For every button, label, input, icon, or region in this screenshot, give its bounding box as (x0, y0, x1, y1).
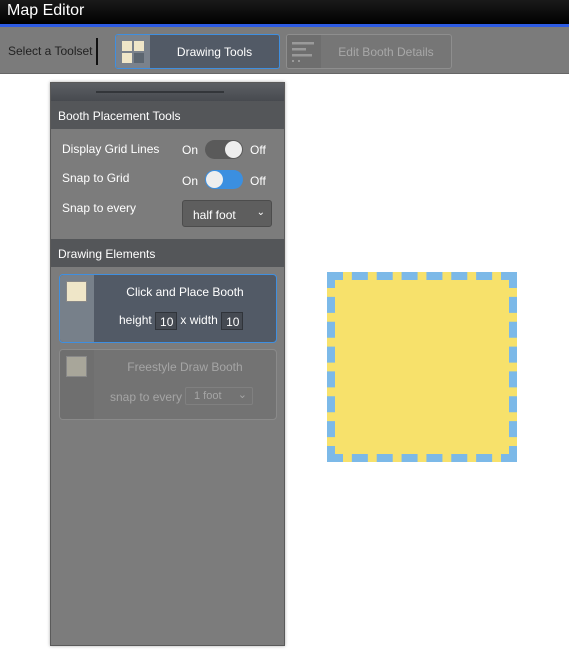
width-input[interactable]: 10 (221, 312, 244, 330)
click-place-booth-card[interactable]: Click and Place Booth height 10 x width … (59, 274, 277, 343)
grid-lines-toggle[interactable] (205, 140, 243, 159)
snap-every-value: half foot (193, 208, 236, 222)
chevron-down-icon: ⌄ (237, 389, 247, 401)
freestyle-snap-label: snap to every (110, 390, 183, 404)
title-bar: Map Editor (0, 0, 569, 24)
booth-swatch-icon (66, 281, 87, 302)
height-input[interactable]: 10 (155, 312, 178, 330)
snap-grid-label: Snap to Grid (62, 171, 130, 185)
click-place-title: Click and Place Booth (126, 285, 244, 299)
edit-booth-details-button[interactable]: Edit Booth Details (286, 34, 452, 69)
drawing-tools-panel: Booth Placement Tools Display Grid Lines… (50, 82, 285, 646)
booth-placement-header: Booth Placement Tools (51, 101, 284, 129)
freestyle-snap-select[interactable]: 1 foot ⌄ (185, 387, 253, 405)
drawing-tools-button[interactable]: Drawing Tools (115, 34, 280, 69)
toolset-label: Select a Toolset (8, 44, 93, 58)
edit-booth-details-label: Edit Booth Details (338, 44, 434, 59)
grid-lines-off-label: Off (250, 143, 266, 157)
snap-off-label: Off (250, 174, 266, 188)
drawing-tools-label: Drawing Tools (176, 44, 253, 59)
toolbar: Select a Toolset Drawing Tools Edit Boot… (0, 27, 569, 74)
snap-every-select[interactable]: half foot ⌄ (182, 200, 272, 227)
snap-every-label: Snap to every (62, 201, 137, 215)
drawing-elements-header: Drawing Elements (51, 239, 284, 267)
grid-icon (116, 35, 150, 68)
booth-swatch-icon (66, 356, 87, 377)
snap-grid-toggle[interactable] (205, 170, 243, 189)
divider (96, 38, 98, 65)
snap-on-label: On (182, 174, 199, 188)
freestyle-title: Freestyle Draw Booth (127, 360, 243, 374)
freestyle-draw-booth-card[interactable]: Freestyle Draw Booth snap to every 1 foo… (59, 349, 277, 420)
chevron-down-icon: ⌄ (256, 207, 265, 218)
height-label: height (119, 313, 152, 328)
grid-lines-label: Display Grid Lines (62, 142, 160, 156)
freestyle-snap-value: 1 foot (194, 390, 222, 402)
grid-lines-on-label: On (182, 143, 199, 157)
drag-handle[interactable] (51, 83, 284, 101)
booth[interactable] (327, 272, 517, 462)
width-label: x width (180, 313, 218, 328)
list-icon (287, 35, 321, 68)
